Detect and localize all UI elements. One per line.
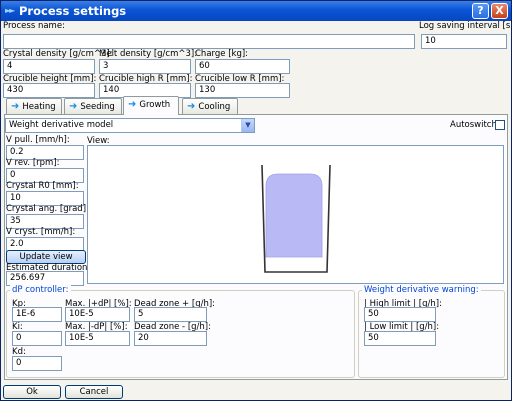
process-name-label: Process name: [3,21,65,31]
dp-controller-title: dP controller: [10,285,71,295]
charge-label: Charge [kg]: [195,49,249,59]
max-plus-dp-input[interactable]: 10E-5 [65,307,130,322]
model-select-value: Weight derivative model [9,120,114,130]
charge-input[interactable]: 60 [195,59,290,74]
help-button[interactable]: ? [472,3,489,19]
log-interval-input[interactable]: 10 [421,34,507,49]
cancel-button[interactable]: Cancel [65,385,123,399]
title-bar[interactable]: ►► Process settings ? X [1,1,511,21]
kp-input[interactable]: 1E-6 [12,307,62,322]
crystal-density-input[interactable]: 4 [3,59,95,74]
ok-button[interactable]: Ok [3,385,61,399]
chevron-down-icon[interactable]: ▼ [241,119,254,132]
tab-seeding-label: Seeding [80,102,115,112]
kd-input[interactable]: 0 [12,356,62,371]
high-limit-input[interactable]: 50 [364,307,436,322]
tab-heating[interactable]: ➜ Heating [6,98,62,114]
tab-heating-label: Heating [22,102,56,112]
arrow-right-icon: ➜ [69,101,78,112]
max-minus-dp-input[interactable]: 10E-5 [65,331,130,346]
melt-density-label: Melt density [g/cm^3]: [99,49,198,59]
dead-zone-plus-input[interactable]: 5 [134,307,207,322]
low-limit-input[interactable]: 50 [364,331,436,346]
log-interval-label: Log saving interval [s]: [419,21,512,31]
crystal-view [87,145,504,284]
weight-warning-title: Weight derivative warning: [362,285,481,295]
v-pull-label: V pull. [mm/h]: [6,135,70,145]
tab-growth-label: Growth [139,100,171,110]
melt-density-input[interactable]: 3 [99,59,191,74]
model-select[interactable]: Weight derivative model ▼ [5,118,255,133]
crucible-diagram [261,164,331,273]
v-rev-label: V rev. [rpm]: [6,158,60,168]
dead-zone-minus-input[interactable]: 20 [134,331,207,346]
process-settings-window: ►► Process settings ? X Process name: Lo… [0,0,512,401]
crystal-shape [265,173,323,258]
arrow-right-icon: ➜ [187,101,196,112]
process-name-input[interactable] [3,34,415,49]
ki-input[interactable]: 0 [12,331,62,346]
close-button[interactable]: X [491,3,508,19]
update-view-button[interactable]: Update view [6,250,86,264]
crystal-r0-label: Crystal R0 [mm]: [6,181,79,191]
window-title: Process settings [19,4,127,18]
tab-growth[interactable]: ➜ Growth [123,96,179,115]
crucible-low-r-input[interactable]: 130 [195,83,290,98]
crystal-ang-label: Crystal ang. [grad]: [6,204,89,214]
tab-cooling-label: Cooling [198,102,231,112]
crucible-height-input[interactable]: 430 [3,83,95,98]
tab-seeding[interactable]: ➜ Seeding [64,98,122,114]
app-arrows-icon: ►► [5,6,15,15]
autoswitch-checkbox[interactable] [495,120,505,130]
arrow-right-icon: ➜ [128,99,137,110]
arrow-right-icon: ➜ [11,101,20,112]
autoswitch-label: Autoswitch [450,120,497,130]
tab-cooling[interactable]: ➜ Cooling [182,98,238,114]
crystal-density-label: Crystal density [g/cm^3]: [3,49,113,59]
v-cryst-label: V cryst. [mm/h]: [6,227,76,237]
estimated-duration-input[interactable]: 256.697 [6,271,84,286]
